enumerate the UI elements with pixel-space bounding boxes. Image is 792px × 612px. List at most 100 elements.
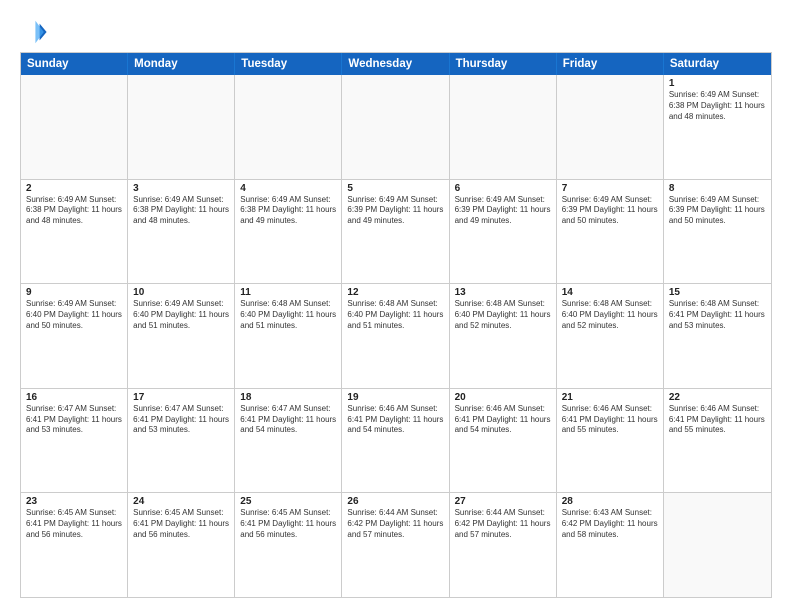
weekday-header: Wednesday [342, 53, 449, 75]
day-info: Sunrise: 6:44 AM Sunset: 6:42 PM Dayligh… [455, 508, 551, 540]
weekday-header: Friday [557, 53, 664, 75]
day-info: Sunrise: 6:48 AM Sunset: 6:40 PM Dayligh… [562, 299, 658, 331]
header [20, 18, 772, 46]
day-info: Sunrise: 6:49 AM Sunset: 6:39 PM Dayligh… [562, 195, 658, 227]
day-info: Sunrise: 6:48 AM Sunset: 6:40 PM Dayligh… [455, 299, 551, 331]
day-number: 11 [240, 287, 336, 298]
logo-icon [20, 18, 48, 46]
day-info: Sunrise: 6:46 AM Sunset: 6:41 PM Dayligh… [455, 404, 551, 436]
day-info: Sunrise: 6:45 AM Sunset: 6:41 PM Dayligh… [133, 508, 229, 540]
calendar-cell: 19Sunrise: 6:46 AM Sunset: 6:41 PM Dayli… [342, 389, 449, 493]
calendar-week-row: 23 Sunrise: 6:45 AM Sunset: 6:41 PM Dayli… [21, 492, 771, 597]
day-number: 25 [240, 496, 336, 507]
calendar-cell: 8Sunrise: 6:49 AM Sunset: 6:39 PM Daylig… [664, 180, 771, 284]
day-number: 14 [562, 287, 658, 298]
calendar-week-row: 1Sunrise: 6:49 AM Sunset: 6:38 PM Daylig… [21, 75, 771, 179]
day-number: 4 [240, 183, 336, 194]
calendar-cell [557, 75, 664, 179]
day-number: 23 [26, 496, 122, 507]
weekday-header: Tuesday [235, 53, 342, 75]
logo [20, 18, 52, 46]
weekday-header: Monday [128, 53, 235, 75]
day-info: Sunrise: 6:49 AM Sunset: 6:40 PM Dayligh… [26, 299, 122, 331]
day-info: Sunrise: 6:49 AM Sunset: 6:39 PM Dayligh… [347, 195, 443, 227]
day-info: Sunrise: 6:49 AM Sunset: 6:39 PM Dayligh… [455, 195, 551, 227]
calendar-cell: 27Sunrise: 6:44 AM Sunset: 6:42 PM Dayli… [450, 493, 557, 597]
calendar-week-row: 9Sunrise: 6:49 AM Sunset: 6:40 PM Daylig… [21, 283, 771, 388]
calendar-cell: 4Sunrise: 6:49 AM Sunset: 6:38 PM Daylig… [235, 180, 342, 284]
calendar-cell: 10Sunrise: 6:49 AM Sunset: 6:40 PM Dayli… [128, 284, 235, 388]
day-number: 1 [669, 78, 766, 89]
calendar-cell: 17Sunrise: 6:47 AM Sunset: 6:41 PM Dayli… [128, 389, 235, 493]
calendar-cell [342, 75, 449, 179]
calendar-cell: 13Sunrise: 6:48 AM Sunset: 6:40 PM Dayli… [450, 284, 557, 388]
calendar-cell: 3Sunrise: 6:49 AM Sunset: 6:38 PM Daylig… [128, 180, 235, 284]
calendar-week-row: 2Sunrise: 6:49 AM Sunset: 6:38 PM Daylig… [21, 179, 771, 284]
calendar-cell: 21Sunrise: 6:46 AM Sunset: 6:41 PM Dayli… [557, 389, 664, 493]
calendar-cell: 15Sunrise: 6:48 AM Sunset: 6:41 PM Dayli… [664, 284, 771, 388]
day-number: 5 [347, 183, 443, 194]
calendar-cell: 24Sunrise: 6:45 AM Sunset: 6:41 PM Dayli… [128, 493, 235, 597]
day-info: Sunrise: 6:46 AM Sunset: 6:41 PM Dayligh… [669, 404, 766, 436]
day-info: Sunrise: 6:47 AM Sunset: 6:41 PM Dayligh… [133, 404, 229, 436]
day-info: Sunrise: 6:48 AM Sunset: 6:40 PM Dayligh… [240, 299, 336, 331]
weekday-header: Sunday [21, 53, 128, 75]
day-number: 16 [26, 392, 122, 403]
calendar: SundayMondayTuesdayWednesdayThursdayFrid… [20, 52, 772, 598]
day-info: Sunrise: 6:49 AM Sunset: 6:39 PM Dayligh… [669, 195, 766, 227]
day-info: Sunrise: 6:49 AM Sunset: 6:38 PM Dayligh… [240, 195, 336, 227]
calendar-cell: 6Sunrise: 6:49 AM Sunset: 6:39 PM Daylig… [450, 180, 557, 284]
day-info: Sunrise: 6:47 AM Sunset: 6:41 PM Dayligh… [26, 404, 122, 436]
day-number: 10 [133, 287, 229, 298]
day-number: 3 [133, 183, 229, 194]
day-number: 26 [347, 496, 443, 507]
calendar-cell: 1Sunrise: 6:49 AM Sunset: 6:38 PM Daylig… [664, 75, 771, 179]
day-number: 9 [26, 287, 122, 298]
day-number: 6 [455, 183, 551, 194]
calendar-header: SundayMondayTuesdayWednesdayThursdayFrid… [21, 53, 771, 75]
day-number: 12 [347, 287, 443, 298]
calendar-cell [664, 493, 771, 597]
calendar-cell: 14Sunrise: 6:48 AM Sunset: 6:40 PM Dayli… [557, 284, 664, 388]
day-number: 18 [240, 392, 336, 403]
calendar-cell: 26Sunrise: 6:44 AM Sunset: 6:42 PM Dayli… [342, 493, 449, 597]
calendar-cell: 12Sunrise: 6:48 AM Sunset: 6:40 PM Dayli… [342, 284, 449, 388]
day-number: 19 [347, 392, 443, 403]
calendar-cell: 25Sunrise: 6:45 AM Sunset: 6:41 PM Dayli… [235, 493, 342, 597]
day-info: Sunrise: 6:49 AM Sunset: 6:38 PM Dayligh… [26, 195, 122, 227]
day-number: 7 [562, 183, 658, 194]
calendar-cell: 2Sunrise: 6:49 AM Sunset: 6:38 PM Daylig… [21, 180, 128, 284]
calendar-cell: 28Sunrise: 6:43 AM Sunset: 6:42 PM Dayli… [557, 493, 664, 597]
calendar-cell [235, 75, 342, 179]
weekday-header: Thursday [450, 53, 557, 75]
day-info: Sunrise: 6:49 AM Sunset: 6:40 PM Dayligh… [133, 299, 229, 331]
calendar-body: 1Sunrise: 6:49 AM Sunset: 6:38 PM Daylig… [21, 75, 771, 597]
calendar-cell: 5Sunrise: 6:49 AM Sunset: 6:39 PM Daylig… [342, 180, 449, 284]
calendar-cell: 16Sunrise: 6:47 AM Sunset: 6:41 PM Dayli… [21, 389, 128, 493]
calendar-week-row: 16Sunrise: 6:47 AM Sunset: 6:41 PM Dayli… [21, 388, 771, 493]
day-info: Sunrise: 6:49 AM Sunset: 6:38 PM Dayligh… [669, 90, 766, 122]
day-info: Sunrise: 6:48 AM Sunset: 6:40 PM Dayligh… [347, 299, 443, 331]
day-number: 17 [133, 392, 229, 403]
calendar-cell: 7Sunrise: 6:49 AM Sunset: 6:39 PM Daylig… [557, 180, 664, 284]
day-info: Sunrise: 6:43 AM Sunset: 6:42 PM Dayligh… [562, 508, 658, 540]
day-number: 15 [669, 287, 766, 298]
weekday-header: Saturday [664, 53, 771, 75]
day-number: 21 [562, 392, 658, 403]
calendar-cell: 9Sunrise: 6:49 AM Sunset: 6:40 PM Daylig… [21, 284, 128, 388]
day-info: Sunrise: 6:48 AM Sunset: 6:41 PM Dayligh… [669, 299, 766, 331]
calendar-cell [450, 75, 557, 179]
page: SundayMondayTuesdayWednesdayThursdayFrid… [0, 0, 792, 612]
day-number: 8 [669, 183, 766, 194]
day-info: Sunrise: 6:46 AM Sunset: 6:41 PM Dayligh… [562, 404, 658, 436]
day-info: Sunrise: 6:47 AM Sunset: 6:41 PM Dayligh… [240, 404, 336, 436]
day-info: Sunrise: 6:46 AM Sunset: 6:41 PM Dayligh… [347, 404, 443, 436]
calendar-cell: 23Sunrise: 6:45 AM Sunset: 6:41 PM Dayli… [21, 493, 128, 597]
calendar-cell: 11Sunrise: 6:48 AM Sunset: 6:40 PM Dayli… [235, 284, 342, 388]
calendar-cell: 22Sunrise: 6:46 AM Sunset: 6:41 PM Dayli… [664, 389, 771, 493]
calendar-cell [21, 75, 128, 179]
calendar-cell [128, 75, 235, 179]
day-number: 20 [455, 392, 551, 403]
day-info: Sunrise: 6:49 AM Sunset: 6:38 PM Dayligh… [133, 195, 229, 227]
day-number: 13 [455, 287, 551, 298]
